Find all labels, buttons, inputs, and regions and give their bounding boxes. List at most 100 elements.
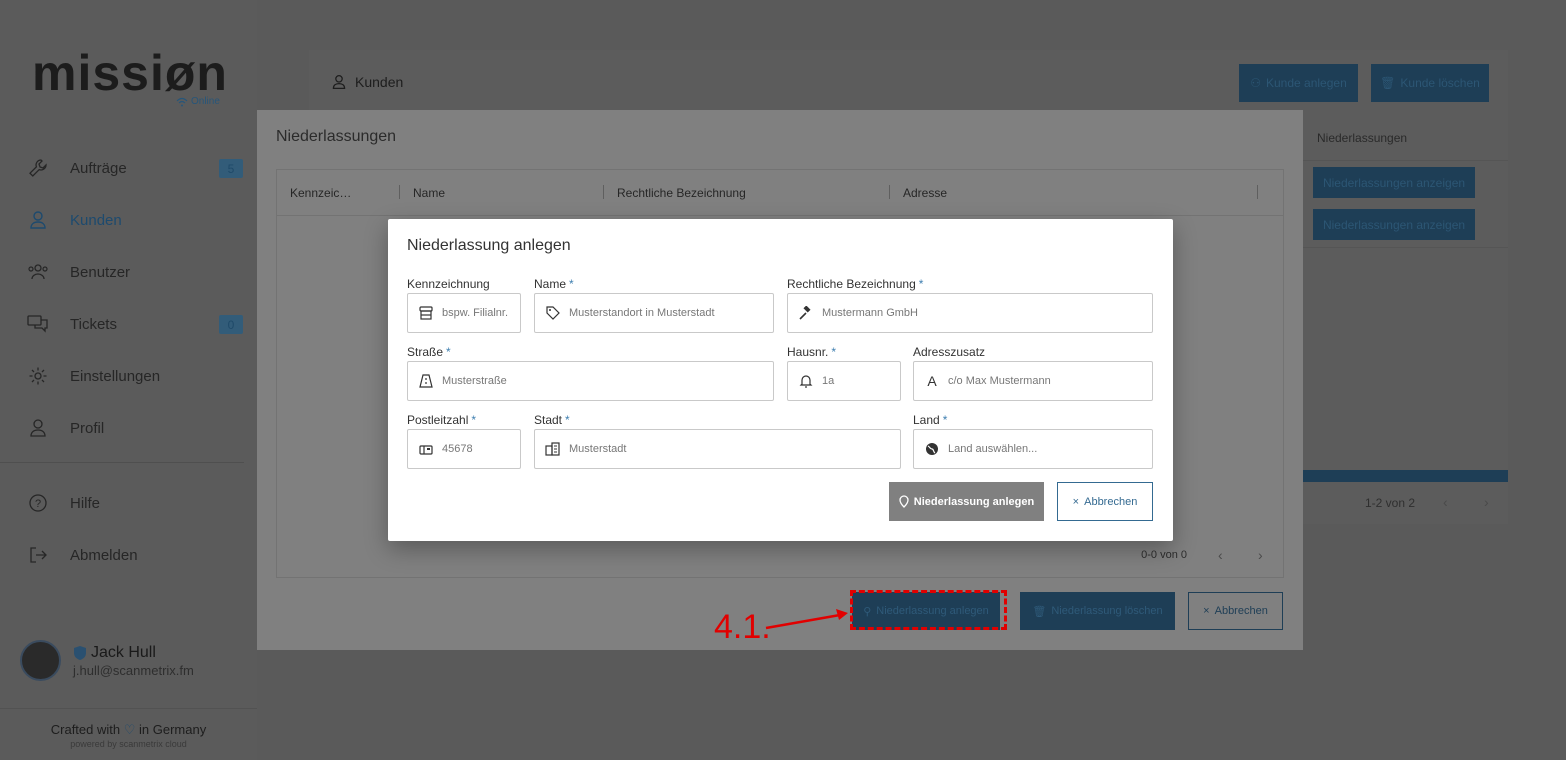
tickets-count-badge: 0 [219, 315, 243, 334]
branches-pagination: 0-0 von 0 [1141, 549, 1187, 561]
help-icon: ? [26, 491, 50, 515]
customers-pagination: 1-2 von 2 [1365, 496, 1416, 510]
field-label-text: Stadt [534, 413, 563, 427]
sidebar-item-label: Tickets [70, 315, 117, 333]
avatar [20, 640, 61, 681]
placeholder: Land auswählen... [948, 443, 1038, 455]
app-logo: missiøn [32, 45, 228, 101]
close-icon: × [1072, 495, 1080, 508]
sidebar-item-label: Benutzer [70, 263, 131, 281]
adresszusatz-input[interactable]: A c/o Max Mustermann [913, 361, 1153, 401]
page-title-label: Kunden [355, 74, 404, 90]
stadt-input[interactable]: Musterstadt [534, 429, 901, 469]
field-label: Land * [913, 413, 1153, 429]
footer-powered: powered by scanmetrix cloud [70, 739, 187, 749]
land-select[interactable]: Land auswählen... [913, 429, 1153, 469]
chevron-right-icon[interactable]: › [1484, 494, 1489, 510]
branches-table-header: Kennzeic… Name Rechtliche Bezeichnung Ad… [277, 170, 1283, 216]
field-label: Rechtliche Bezeichnung * [787, 277, 1153, 293]
tag-icon [545, 305, 561, 321]
postleitzahl-input[interactable]: 45678 [407, 429, 521, 469]
column-divider[interactable] [1257, 185, 1258, 199]
hausnr-input[interactable]: 1a [787, 361, 901, 401]
sidebar-item-label: Profil [70, 419, 105, 437]
delete-branch-label: Niederlassung löschen [1051, 605, 1163, 617]
strasse-field: Straße * Musterstraße [407, 345, 774, 401]
cancel-dialog-label: Abbrechen [1084, 495, 1138, 508]
user-name-row: Jack Hull [73, 644, 194, 662]
required-marker: * [918, 277, 924, 291]
field-label-text: Straße [407, 345, 444, 359]
orders-count-badge: 5 [219, 159, 243, 178]
chevron-left-icon[interactable]: ‹ [1218, 547, 1223, 563]
required-marker: * [446, 345, 451, 359]
required-marker: * [942, 413, 948, 427]
field-label: Postleitzahl * [407, 413, 521, 429]
sidebar-item-einstellungen[interactable]: Einstellungen [0, 350, 257, 402]
column-divider[interactable] [399, 185, 400, 199]
column-header[interactable]: Adresse [903, 186, 947, 200]
field-label: Name * [534, 277, 774, 293]
sidebar-item-benutzer[interactable]: Benutzer [0, 246, 257, 298]
strasse-input[interactable]: Musterstraße [407, 361, 774, 401]
sidebar-item-hilfe[interactable]: ? Hilfe [0, 477, 257, 529]
sidebar-item-abmelden[interactable]: Abmelden [0, 529, 257, 581]
sidebar-item-label: Hilfe [70, 494, 101, 512]
user-name: Jack Hull [91, 643, 156, 661]
create-customer-button[interactable]: ⚇ Kunde anlegen [1239, 64, 1358, 102]
save-branch-button[interactable]: Niederlassung anlegen [889, 482, 1044, 521]
show-branches-button[interactable]: Niederlassungen anzeigen [1313, 167, 1475, 198]
sidebar-item-kunden[interactable]: Kunden [0, 194, 257, 246]
column-divider[interactable] [889, 185, 890, 199]
cancel-dialog-button[interactable]: × Abbrechen [1057, 482, 1153, 521]
placeholder: 45678 [442, 443, 473, 455]
users-icon [26, 260, 50, 284]
chevron-left-icon[interactable]: ‹ [1443, 494, 1448, 510]
create-branch-dialog: Niederlassung anlegen Kennzeichnung bspw… [388, 219, 1173, 541]
placeholder: bspw. Filialnr. [442, 307, 509, 319]
column-header[interactable]: Name [413, 186, 445, 200]
field-label-text: Hausnr. [787, 345, 829, 359]
field-label: Straße * [407, 345, 774, 361]
horizontal-scrollbar[interactable] [1303, 470, 1508, 482]
field-label-text: Name [534, 277, 567, 291]
name-field: Name * Musterstandort in Musterstadt [534, 277, 774, 333]
delete-customer-label: Kunde löschen [1400, 76, 1480, 90]
sidebar-item-label: Kunden [70, 211, 122, 229]
delete-branch-button[interactable]: 🗑︎ Niederlassung löschen [1020, 592, 1175, 630]
chat-icon [26, 312, 50, 336]
sidebar-footer: Crafted with ♡ in Germany powered by sca… [0, 708, 257, 760]
column-header[interactable]: Rechtliche Bezeichnung [617, 186, 746, 200]
sidebar-item-tickets[interactable]: Tickets 0 [0, 298, 257, 350]
cancel-button[interactable]: × Abbrechen [1188, 592, 1283, 630]
sidebar-nav: Aufträge 5 Kunden Benutzer Tickets 0 Ein… [0, 142, 257, 581]
stadt-field: Stadt * Musterstadt [534, 413, 901, 469]
dialog-title: Niederlassung anlegen [407, 237, 571, 254]
step-annotation: 4.1. [714, 608, 771, 646]
column-header-niederlassungen: Niederlassungen [1317, 131, 1408, 145]
show-branches-button[interactable]: Niederlassungen anzeigen [1313, 209, 1475, 240]
logout-icon [26, 543, 50, 567]
sidebar-divider [0, 462, 244, 463]
user-icon [26, 208, 50, 232]
rechtliche-bezeichnung-input[interactable]: Mustermann GmbH [787, 293, 1153, 333]
kennzeichnung-input[interactable]: bspw. Filialnr. [407, 293, 521, 333]
column-header[interactable]: Kennzeic… [290, 186, 351, 200]
branches-modal-title: Niederlassungen [276, 128, 397, 145]
footer-crafted-pre: Crafted with [50, 722, 121, 737]
name-input[interactable]: Musterstandort in Musterstadt [534, 293, 774, 333]
placeholder: 1a [822, 375, 835, 387]
sidebar-item-profil[interactable]: Profil [0, 402, 257, 454]
save-branch-label: Niederlassung anlegen [913, 495, 1035, 508]
sidebar-item-auftraege[interactable]: Aufträge 5 [0, 142, 257, 194]
field-label-text: Rechtliche Bezeichnung [787, 277, 916, 291]
column-divider[interactable] [603, 185, 604, 199]
sidebar: missiøn Online Aufträge 5 Kunden Benutze… [0, 0, 257, 760]
adresszusatz-field: Adresszusatz A c/o Max Mustermann [913, 345, 1153, 401]
delete-customer-button[interactable]: 🗑︎ Kunde löschen [1371, 64, 1489, 102]
chevron-right-icon[interactable]: › [1258, 547, 1263, 563]
close-icon: × [1203, 605, 1210, 617]
required-marker: * [831, 345, 837, 359]
required-marker: * [565, 413, 570, 427]
user-profile[interactable]: Jack Hull j.hull@scanmetrix.fm [20, 640, 194, 681]
